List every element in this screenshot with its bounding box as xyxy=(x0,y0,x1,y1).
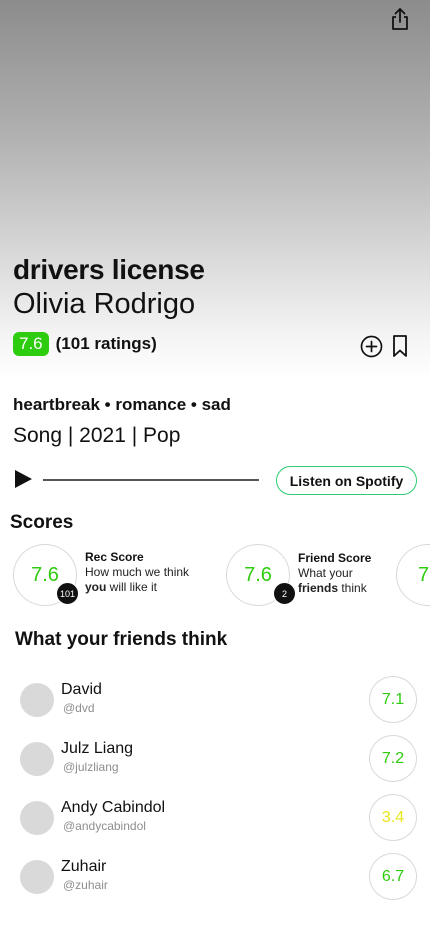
play-icon[interactable] xyxy=(13,469,33,489)
friend-row[interactable]: Julz Liang @julzliang 7.2 xyxy=(20,734,417,784)
friend-score-description: What your friends think xyxy=(298,566,367,595)
track-meta: Song | 2021 | Pop xyxy=(13,424,181,447)
friend-handle: @dvd xyxy=(63,701,95,715)
friend-row[interactable]: Zuhair @zuhair 6.7 xyxy=(20,852,417,902)
artist-name[interactable]: Olivia Rodrigo xyxy=(13,288,195,321)
avatar xyxy=(20,801,54,835)
rating-row: 7.6 (101 ratings) xyxy=(13,332,157,356)
listen-on-spotify-button[interactable]: Listen on Spotify xyxy=(276,466,417,495)
friend-handle: @julzliang xyxy=(63,760,119,774)
friend-score: 3.4 xyxy=(369,794,417,841)
bookmark-icon[interactable] xyxy=(391,334,409,358)
avatar xyxy=(20,742,54,776)
track-title: drivers license xyxy=(13,254,205,285)
friend-score: 7.1 xyxy=(369,676,417,723)
friend-handle: @zuhair xyxy=(63,878,108,892)
friend-row[interactable]: David @dvd 7.1 xyxy=(20,675,417,725)
hero-header xyxy=(0,0,430,380)
friend-handle: @andycabindol xyxy=(63,819,146,833)
third-score-card[interactable]: 7. xyxy=(396,544,430,606)
friend-name: David xyxy=(61,681,102,698)
rec-score-description: How much we think you will like it xyxy=(85,565,190,594)
rec-score-count-badge: 101 xyxy=(56,582,79,605)
plus-circle-icon[interactable] xyxy=(360,335,383,358)
friend-name: Julz Liang xyxy=(61,740,134,757)
friend-name: Zuhair xyxy=(61,858,107,875)
rec-score-card[interactable]: 7.6 101 Rec Score How much we think you … xyxy=(13,544,213,606)
friend-score-label: Friend Score xyxy=(298,551,372,565)
friend-score-count-badge: 2 xyxy=(273,582,296,605)
rating-badge: 7.6 xyxy=(13,332,49,356)
share-icon[interactable] xyxy=(389,7,411,31)
progress-track[interactable] xyxy=(43,479,259,481)
friends-heading: What your friends think xyxy=(15,629,228,650)
avatar xyxy=(20,683,54,717)
friend-name: Andy Cabindol xyxy=(61,799,166,816)
mood-tags: heartbreak • romance • sad xyxy=(13,395,231,414)
friend-row[interactable]: Andy Cabindol @andycabindol 3.4 xyxy=(20,793,417,843)
third-score-value: 7. xyxy=(396,544,430,606)
player-bar: Listen on Spotify xyxy=(13,464,417,496)
scores-heading: Scores xyxy=(10,512,74,533)
friend-score: 7.2 xyxy=(369,735,417,782)
friend-score-card[interactable]: 7.6 2 Friend Score What your friends thi… xyxy=(226,544,416,606)
friend-score: 6.7 xyxy=(369,853,417,900)
rating-count[interactable]: (101 ratings) xyxy=(56,334,157,354)
rec-score-label: Rec Score xyxy=(85,550,144,564)
avatar xyxy=(20,860,54,894)
